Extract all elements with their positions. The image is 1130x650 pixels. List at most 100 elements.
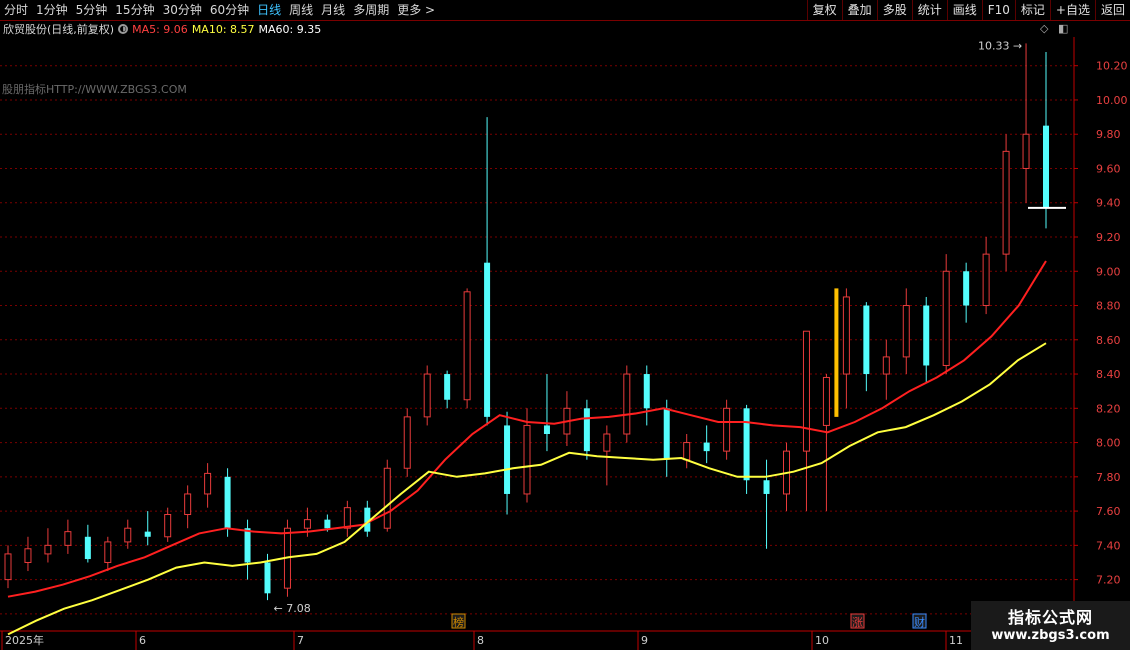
candle-body-13	[264, 562, 271, 594]
toolbar: 分时 1分钟 5分钟 15分钟 30分钟 60分钟 日线 周线 月线 多周期 更多 > 复权 叠加 多股…	[0, 0, 1130, 21]
candle-body-42	[842, 296, 850, 375]
y-tick-label-10: 9.00	[1096, 265, 1121, 278]
period-tab-0[interactable]: 分时	[0, 0, 32, 20]
candle-body-15	[303, 519, 311, 529]
low-price-label: ← 7.08	[274, 602, 311, 615]
x-label-4: 9	[641, 634, 648, 647]
period-tab-7[interactable]: 周线	[285, 0, 317, 20]
toolbar-button-2[interactable]: 多股	[876, 0, 912, 20]
y-tick-label-11: 9.20	[1096, 231, 1121, 244]
candle-body-26	[523, 424, 531, 495]
y-tick-label-2: 7.40	[1096, 539, 1121, 552]
site-logo: 指标公式网 www.zbgs3.com	[971, 601, 1130, 650]
period-tab-1[interactable]: 1分钟	[32, 0, 72, 20]
candle-body-8	[164, 514, 172, 538]
event-marker-label-1: 涨	[852, 616, 863, 629]
toolbar-button-4[interactable]: 画线	[946, 0, 982, 20]
candle-body-32	[643, 374, 650, 409]
toolbar-button-7[interactable]: +自选	[1049, 0, 1095, 20]
ma5-value: MA5: 9.06	[132, 22, 188, 36]
info-line: 欣贸股份(日线,前复权) ◐ MA5: 9.06 MA10: 8.57 MA60…	[0, 21, 321, 37]
period-tab-4[interactable]: 30分钟	[159, 0, 206, 20]
candle-body-43	[863, 305, 870, 375]
candle-body-11	[224, 476, 231, 529]
logo-url: www.zbgs3.com	[991, 628, 1110, 643]
limit-up-bar	[834, 288, 839, 417]
period-tab-2[interactable]: 5分钟	[72, 0, 112, 20]
y-tick-label-4: 7.80	[1096, 471, 1121, 484]
toolbar-button-1[interactable]: 叠加	[841, 0, 877, 20]
candle-body-49	[982, 253, 990, 307]
candle-body-17	[343, 507, 351, 529]
candle-body-2	[44, 544, 52, 555]
toolbar-button-5[interactable]: F10	[981, 0, 1015, 20]
candle-body-36	[723, 407, 731, 452]
period-tab-8[interactable]: 月线	[317, 0, 349, 20]
candle-body-12	[244, 528, 251, 563]
candle-body-19	[383, 467, 391, 529]
toolbar-button-6[interactable]: 标记	[1014, 0, 1050, 20]
period-tab-6[interactable]: 日线	[253, 0, 285, 20]
toolbar-button-0[interactable]: 复权	[806, 0, 842, 20]
x-label-5: 10	[815, 634, 829, 647]
high-price-label: 10.33 →	[978, 39, 1022, 52]
candle-body-47	[942, 270, 950, 366]
candle-body-30	[603, 433, 611, 452]
candle-body-23	[463, 291, 471, 401]
toolbar-button-8[interactable]: 返回	[1094, 0, 1130, 20]
candle-body-48	[963, 271, 970, 306]
y-tick-label-3: 7.60	[1096, 505, 1121, 518]
candle-body-51	[1022, 133, 1030, 169]
y-tick-label-8: 8.60	[1096, 334, 1121, 347]
ma-settings-icon[interactable]: ◐	[118, 24, 129, 34]
candle-body-16	[324, 519, 331, 529]
y-tick-label-1: 7.20	[1096, 574, 1121, 587]
candle-body-24	[484, 262, 491, 417]
candle-body-38	[763, 480, 770, 494]
y-tick-label-5: 8.00	[1096, 437, 1121, 450]
candle-body-7	[144, 531, 151, 537]
candle-body-9	[184, 493, 192, 516]
candlestick-chart[interactable]: 7.007.207.407.607.808.008.208.408.608.80…	[0, 37, 1130, 650]
candle-body-3	[64, 531, 72, 546]
candle-body-10	[204, 472, 212, 495]
stock-name[interactable]: 欣贸股份(日线,前复权)	[0, 21, 114, 37]
y-tick-label-12: 9.40	[1096, 197, 1121, 210]
ma10-value: MA10: 8.57	[191, 22, 255, 36]
candle-body-35	[703, 442, 710, 452]
period-tab-3[interactable]: 15分钟	[111, 0, 158, 20]
diamond-icon[interactable]: ◇	[1040, 22, 1048, 35]
y-tick-label-16: 10.20	[1096, 60, 1128, 73]
period-tab-9[interactable]: 多周期	[349, 0, 393, 20]
candle-body-29	[583, 408, 590, 452]
window-toggle-icon[interactable]: ◧	[1058, 22, 1068, 35]
candle-body-37	[743, 408, 750, 481]
candle-body-4	[84, 536, 91, 560]
candle-body-22	[444, 374, 451, 400]
x-label-1: 6	[139, 634, 146, 647]
period-tabs: 分时 1分钟 5分钟 15分钟 30分钟 60分钟 日线 周线 月线 多周期 更多 >	[0, 0, 439, 20]
y-tick-label-14: 9.80	[1096, 128, 1121, 141]
y-tick-label-9: 8.80	[1096, 300, 1121, 313]
toolbar-button-3[interactable]: 统计	[911, 0, 947, 20]
candle-body-46	[923, 305, 930, 366]
event-marker-label-0: 榜	[453, 615, 464, 629]
candle-body-1	[24, 548, 32, 563]
candle-body-5	[104, 541, 112, 563]
logo-title: 指标公式网	[1007, 608, 1093, 627]
x-label-6: 11	[949, 634, 963, 647]
candle-body-0	[4, 553, 12, 581]
candle-body-31	[623, 373, 631, 435]
y-tick-label-7: 8.40	[1096, 368, 1121, 381]
x-label-3: 8	[477, 634, 484, 647]
candle-body-44	[882, 356, 890, 375]
period-tab-10[interactable]: 更多 >	[393, 0, 439, 20]
corner-icons: ◇ ◧	[1040, 22, 1068, 35]
x-label-2: 7	[297, 634, 304, 647]
candle-body-6	[124, 527, 132, 543]
candle-body-21	[423, 373, 431, 418]
candle-body-25	[504, 425, 511, 494]
candle-body-50	[1002, 150, 1010, 255]
period-tab-5[interactable]: 60分钟	[206, 0, 253, 20]
candle-body-41	[822, 376, 830, 426]
